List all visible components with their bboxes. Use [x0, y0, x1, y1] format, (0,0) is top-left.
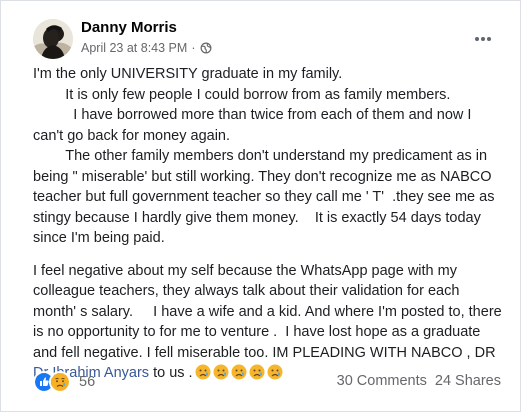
post-paragraph-line: I'm the only UNIVERSITY graduate in my f… [33, 66, 343, 82]
post-timestamp[interactable]: April 23 at 8:43 PM [81, 40, 187, 56]
post-paragraph-line: I have borrowed more than twice from eac… [33, 107, 476, 144]
post-footer: 56 30 Comments 24 Shares [33, 370, 501, 394]
post-paragraph-line: It is only few people I could borrow fro… [33, 86, 451, 103]
avatar-image [33, 19, 73, 59]
engagement-stats: 30 Comments 24 Shares [337, 373, 501, 389]
comments-count[interactable]: 30 Comments [337, 373, 427, 389]
meta-separator: · [191, 41, 196, 55]
reaction-count[interactable]: 56 [79, 374, 95, 390]
more-options-button[interactable] [467, 27, 499, 51]
post-paragraph-text: I feel negative about my self because th… [33, 262, 506, 361]
post-body: I'm the only UNIVERSITY graduate in my f… [33, 64, 505, 384]
avatar[interactable] [33, 19, 73, 59]
globe-icon[interactable] [200, 42, 212, 54]
post-paragraph: I feel negative about my self because th… [33, 261, 505, 384]
shares-count[interactable]: 24 Shares [435, 373, 501, 389]
post-card: Danny Morris April 23 at 8:43 PM · I'm t… [0, 0, 521, 412]
post-header: Danny Morris April 23 at 8:43 PM · [1, 1, 521, 63]
sad-reaction-icon [49, 371, 71, 393]
more-options-icon [475, 37, 491, 41]
reactions-summary[interactable]: 56 [33, 371, 95, 393]
post-meta: April 23 at 8:43 PM · [81, 40, 212, 56]
post-paragraph-line: The other family members don't understan… [33, 148, 499, 246]
author-name[interactable]: Danny Morris [81, 19, 177, 37]
